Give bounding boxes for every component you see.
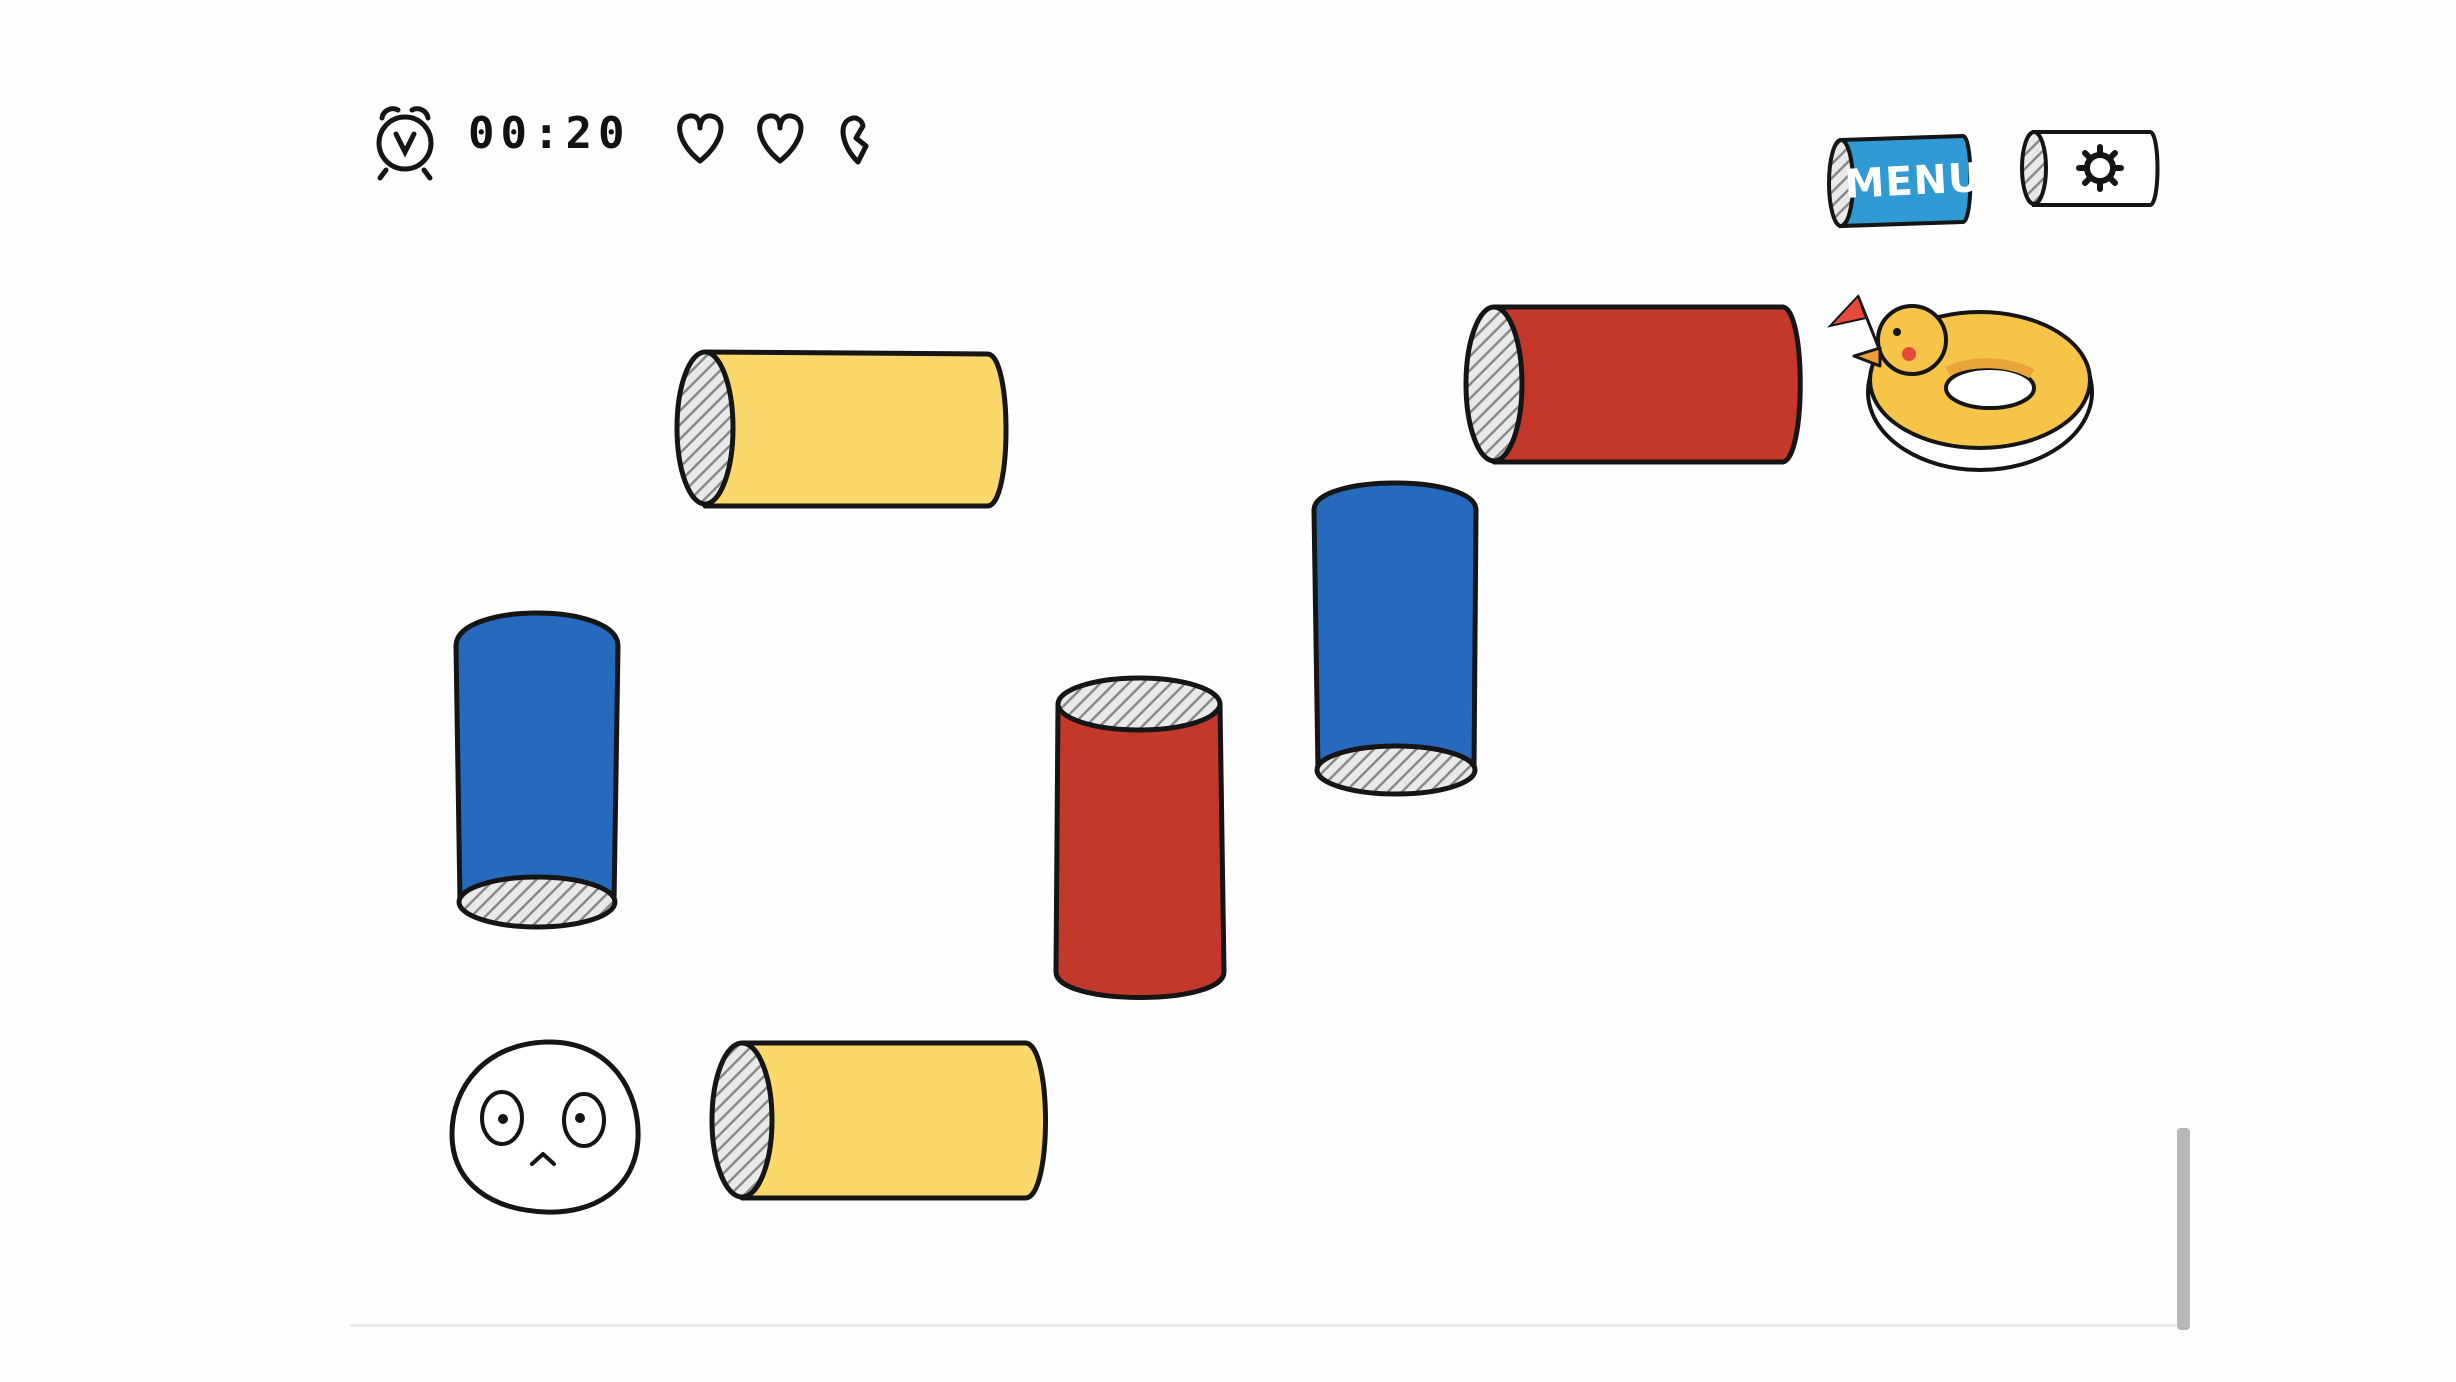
duck-float-ring bbox=[1827, 294, 2094, 472]
floor-line bbox=[350, 1324, 2180, 1327]
pipe-yellow-bottom[interactable] bbox=[709, 1040, 1048, 1201]
heart-icon-1 bbox=[677, 113, 724, 164]
pipe-blue-center[interactable] bbox=[1311, 480, 1479, 797]
pipe-red-top-right[interactable] bbox=[1463, 304, 1803, 465]
menu-button-label: MENU bbox=[1843, 154, 1983, 208]
scrollbar-thumb[interactable] bbox=[2177, 1128, 2190, 1330]
timer-display: 00:20 bbox=[468, 108, 631, 159]
pipe-yellow-top[interactable] bbox=[674, 349, 1009, 509]
pipe-blue-left[interactable] bbox=[453, 610, 621, 930]
alarm-clock-icon bbox=[376, 106, 434, 181]
heart-icon-2 bbox=[757, 113, 804, 164]
game-stage: 00:20 MENU bbox=[0, 0, 2456, 1382]
settings-button[interactable] bbox=[2022, 130, 2162, 208]
menu-button[interactable]: MENU bbox=[1830, 136, 1982, 228]
broken-heart-icon bbox=[840, 115, 869, 165]
worried-blob-character[interactable] bbox=[449, 1039, 641, 1215]
pipe-red-center[interactable] bbox=[1053, 675, 1227, 1000]
